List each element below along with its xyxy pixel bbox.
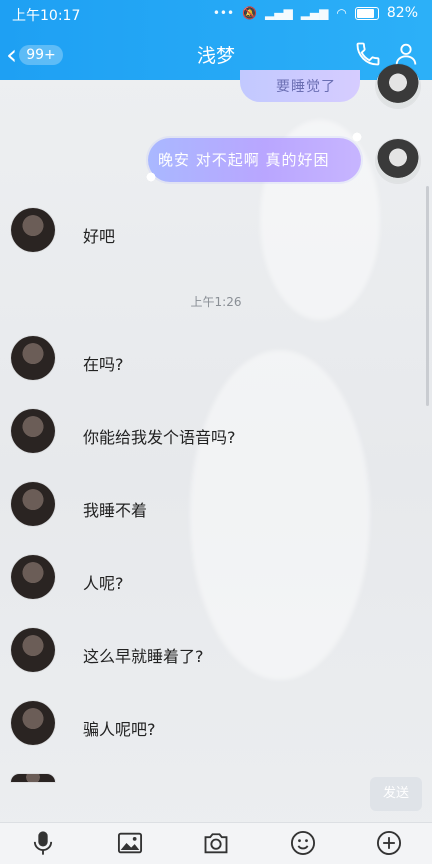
outgoing-message-bubble[interactable]: 要睡觉了 <box>240 70 360 102</box>
incoming-message[interactable]: 人呢? <box>83 570 124 594</box>
background-blob <box>190 350 370 680</box>
phone-icon[interactable] <box>354 40 382 68</box>
avatar-me[interactable] <box>376 64 420 108</box>
avatar-contact[interactable] <box>11 208 55 252</box>
mute-icon: 🔕 <box>242 6 258 20</box>
status-right: ••• 🔕 ▂▄▆ ▂▄▆ ◠ 82% <box>213 5 418 21</box>
avatar-contact[interactable] <box>11 409 55 453</box>
avatar-contact[interactable] <box>11 482 55 526</box>
battery-percent: 82% <box>386 5 418 21</box>
image-icon[interactable] <box>116 829 144 857</box>
bubble-decoration <box>346 128 368 146</box>
input-toolbar <box>0 822 432 864</box>
signal-icon-2: ▂▄▆ <box>300 6 329 20</box>
signal-icon: ▂▄▆ <box>265 6 293 20</box>
avatar-contact <box>11 774 55 782</box>
incoming-message[interactable]: 骗人呢吧? <box>83 716 156 740</box>
more-dots-icon: ••• <box>212 6 235 20</box>
bubble-decoration <box>140 168 162 186</box>
avatar-contact[interactable] <box>11 701 55 745</box>
camera-icon[interactable] <box>202 829 230 857</box>
microphone-icon[interactable] <box>29 829 57 857</box>
chat-screen: 上午10:17 ••• 🔕 ▂▄▆ ▂▄▆ ◠ 82% ‹ 99+ 浅梦 要睡觉… <box>0 0 432 864</box>
status-bar: 上午10:17 ••• 🔕 ▂▄▆ ▂▄▆ ◠ 82% <box>0 0 432 28</box>
battery-icon <box>354 6 379 20</box>
avatar-me[interactable] <box>376 139 420 183</box>
incoming-message[interactable]: 这么早就睡着了? <box>83 643 204 667</box>
title-row: ‹ 99+ 浅梦 <box>0 28 432 80</box>
outgoing-message-bubble[interactable]: 晚安 对不起啊 真的好困 <box>148 138 361 182</box>
incoming-message[interactable]: 在吗? <box>83 351 124 375</box>
avatar-contact[interactable] <box>11 628 55 672</box>
incoming-message[interactable]: 我睡不着 <box>83 497 147 521</box>
send-button[interactable]: 发送 <box>370 777 422 811</box>
status-time: 上午10:17 <box>12 8 81 24</box>
incoming-message[interactable]: 好吧 <box>83 223 115 247</box>
scrollbar[interactable] <box>426 186 429 406</box>
emoji-icon[interactable] <box>289 829 317 857</box>
header-bar: 上午10:17 ••• 🔕 ▂▄▆ ▂▄▆ ◠ 82% ‹ 99+ 浅梦 <box>0 0 432 80</box>
avatar-contact[interactable] <box>11 555 55 599</box>
wifi-icon: ◠ <box>336 6 347 20</box>
incoming-message[interactable]: 你能给我发个语音吗? <box>83 424 236 448</box>
message-timestamp: 上午1:26 <box>190 295 242 309</box>
message-text: 要睡觉了 <box>276 79 336 95</box>
plus-circle-icon[interactable] <box>375 829 403 857</box>
avatar-contact[interactable] <box>11 336 55 380</box>
message-text: 晚安 对不起啊 真的好困 <box>158 151 330 169</box>
